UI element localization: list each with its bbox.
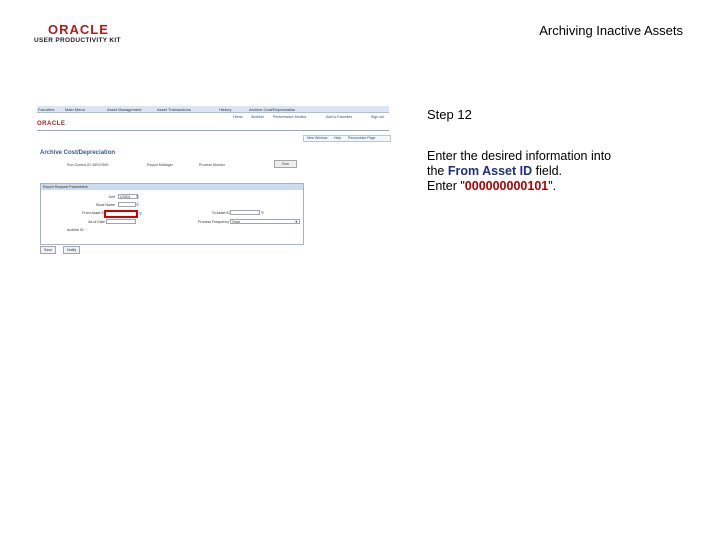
book-label: Book Name — [96, 203, 115, 207]
link-help[interactable]: Help — [334, 136, 341, 140]
nav-asset-management[interactable]: Asset Management — [107, 107, 141, 112]
group-header: Report Request Parameters — [41, 184, 303, 190]
instruction-text-part: Enter " — [427, 179, 465, 193]
instruction-text: Enter the desired information into the F… — [427, 149, 667, 194]
to-asset-label: To Asset ID — [211, 211, 230, 215]
lookup-icon[interactable]: ⚲ — [136, 202, 139, 207]
run-control-id: Run Control ID: ARCHIVE — [67, 163, 109, 167]
instruction-line-1: Enter the desired information into — [427, 149, 612, 163]
chevron-down-icon: ▼ — [294, 220, 298, 224]
logo-tagline: USER PRODUCTIVITY KIT — [34, 37, 121, 44]
nav-history[interactable]: History — [219, 107, 231, 112]
link-personalize[interactable]: Personalize Page — [348, 136, 375, 140]
nav-main-menu[interactable]: Main Menu — [65, 107, 85, 112]
document-title: Archiving Inactive Assets — [539, 23, 683, 38]
process-frequency-label: Process Frequency — [198, 220, 229, 224]
nav-favorites[interactable]: Favorites — [38, 107, 54, 112]
unit-label: Unit — [108, 195, 115, 199]
process-frequency-value: Once — [232, 220, 241, 224]
instruction-line-2: the From Asset ID field. — [427, 164, 667, 179]
process-frequency-select[interactable]: Once ▼ — [230, 219, 300, 224]
logo-brand: ORACLE — [48, 22, 109, 37]
notify-button[interactable]: Notify — [63, 246, 81, 254]
page-links-bar: New Window Help Personalize Page — [303, 135, 391, 142]
from-asset-field[interactable] — [104, 210, 138, 218]
archive-id-label: Archive ID — [67, 228, 84, 232]
instruction-field-name: From Asset ID — [447, 164, 533, 178]
nav-asset-transactions[interactable]: Asset Transactions — [157, 107, 191, 112]
to-asset-field[interactable] — [230, 210, 260, 215]
link-home[interactable]: Home — [233, 115, 243, 119]
instruction-value: 000000000101 — [464, 179, 549, 193]
oracle-upk-logo: ORACLE USER PRODUCTIVITY KIT — [34, 22, 124, 48]
lookup-icon[interactable]: ⚲ — [136, 194, 139, 199]
link-process-monitor[interactable]: Process Monitor — [199, 163, 225, 167]
save-button[interactable]: Save — [40, 246, 57, 254]
step-number: Step 12 — [427, 107, 472, 122]
link-new-window[interactable]: New Window — [307, 136, 327, 140]
lookup-icon[interactable]: ⚲ — [139, 211, 142, 216]
nav-archive[interactable]: Archive Cost/Depreciation — [249, 107, 295, 112]
instruction-text-part: field. — [532, 164, 563, 178]
link-worklist[interactable]: Worklist — [251, 115, 264, 119]
book-field[interactable] — [118, 202, 136, 207]
link-add-favorites[interactable]: Add to Favorites — [326, 115, 352, 119]
link-report-manager[interactable]: Report Manager — [147, 163, 173, 167]
as-of-date-field[interactable] — [106, 219, 136, 224]
link-sign-out[interactable]: Sign out — [371, 115, 384, 119]
page-title: Archive Cost/Depreciation — [40, 150, 116, 156]
mini-oracle-logo: ORACLE — [37, 121, 66, 127]
unit-field[interactable]: US001 — [118, 194, 138, 199]
run-button[interactable]: Run — [274, 160, 297, 168]
instruction-text-part: the — [427, 164, 448, 178]
instruction-text-part: ". — [548, 179, 557, 193]
as-of-date-label: As of Date — [88, 220, 105, 224]
header-divider — [37, 130, 389, 131]
from-asset-label: From Asset ID — [82, 211, 105, 215]
instruction-line-3: Enter "000000000101". — [427, 179, 667, 194]
lookup-icon[interactable]: ⚲ — [261, 210, 264, 215]
application-screenshot: Favorites Main Menu Asset Management Ass… — [37, 106, 391, 256]
breadcrumb-nav: Favorites Main Menu Asset Management Ass… — [37, 106, 389, 113]
link-performance-monitor[interactable]: Performance Monitor — [273, 115, 307, 119]
